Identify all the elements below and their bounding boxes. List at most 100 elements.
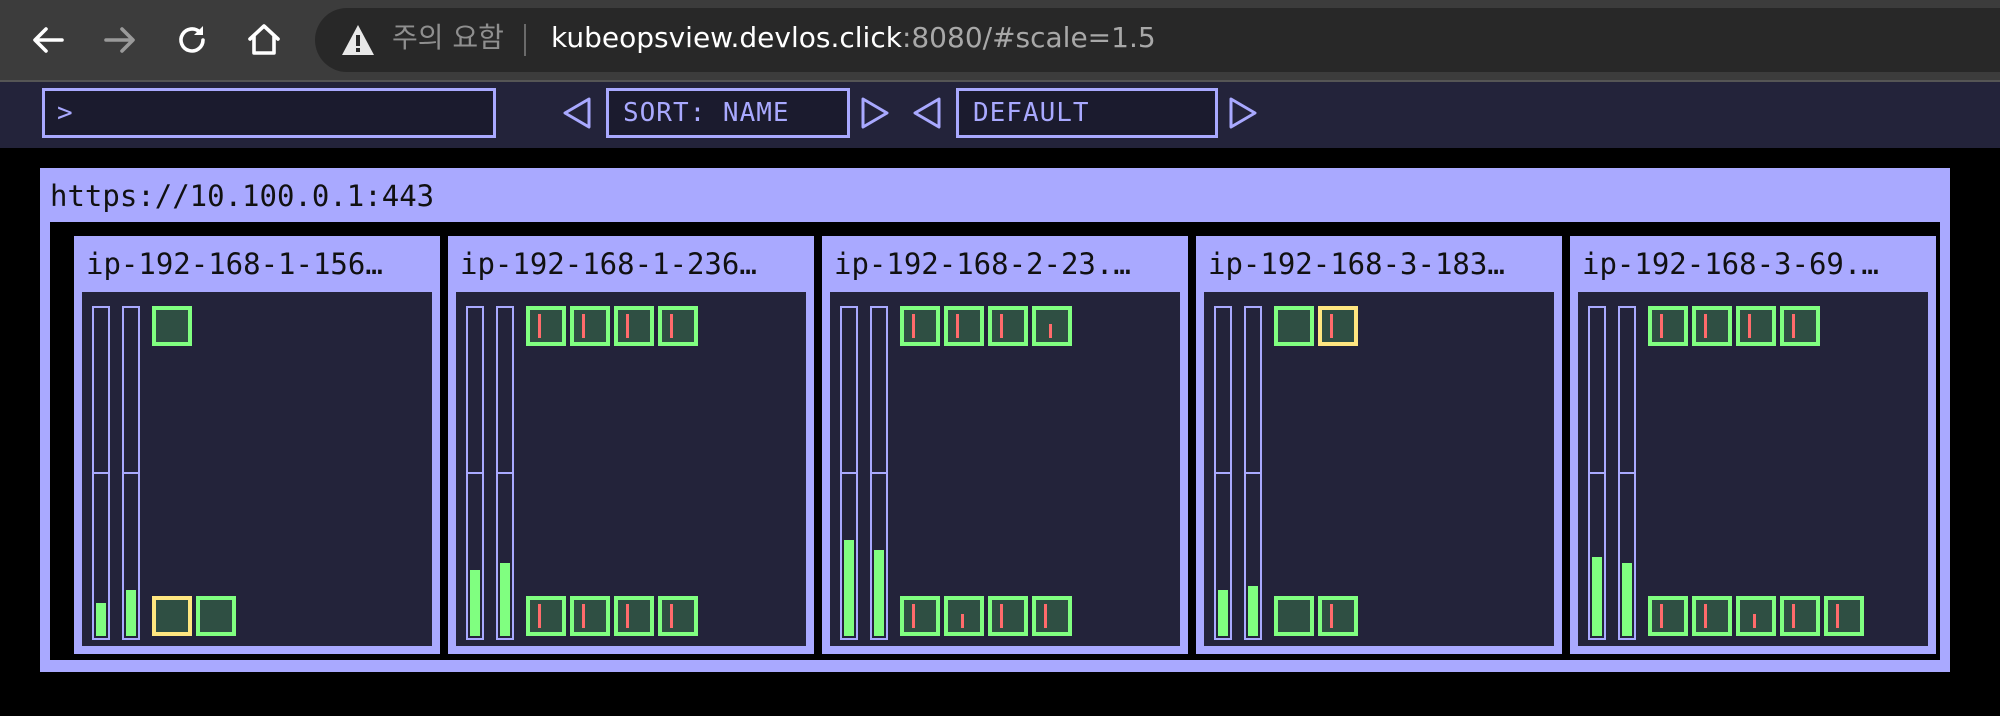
bar-midline bbox=[124, 472, 138, 474]
memory-usage-bar bbox=[1244, 306, 1262, 640]
theme-next-icon[interactable] bbox=[1228, 96, 1258, 130]
cpu-usage-bar bbox=[92, 306, 110, 640]
pod[interactable] bbox=[988, 306, 1028, 346]
bar-midline bbox=[1620, 472, 1634, 474]
pod[interactable] bbox=[196, 596, 236, 636]
pod[interactable] bbox=[1780, 596, 1820, 636]
node-card[interactable]: ip-192-168-3-183… bbox=[1196, 236, 1562, 654]
pod[interactable] bbox=[1648, 306, 1688, 346]
memory-usage-fill bbox=[874, 550, 884, 636]
pod[interactable] bbox=[526, 596, 566, 636]
pod-memory-usage bbox=[961, 614, 964, 628]
bar-midline bbox=[498, 472, 512, 474]
pod[interactable] bbox=[614, 306, 654, 346]
pod-cpu-usage bbox=[912, 604, 915, 628]
home-button[interactable] bbox=[236, 16, 292, 64]
bar-midline bbox=[872, 472, 886, 474]
pod[interactable] bbox=[570, 596, 610, 636]
cluster-api-server: https://10.100.0.1:443 bbox=[50, 179, 435, 213]
pod[interactable] bbox=[1318, 306, 1358, 346]
pod[interactable] bbox=[1692, 596, 1732, 636]
warning-triangle-icon[interactable] bbox=[341, 24, 375, 56]
pod[interactable] bbox=[944, 306, 984, 346]
pod[interactable] bbox=[152, 596, 192, 636]
pod-memory-usage bbox=[1049, 324, 1052, 338]
pod[interactable] bbox=[900, 306, 940, 346]
cpu-usage-bar bbox=[1588, 306, 1606, 640]
sort-next-icon[interactable] bbox=[860, 96, 890, 130]
pod[interactable] bbox=[1274, 596, 1314, 636]
pod[interactable] bbox=[570, 306, 610, 346]
pod-cpu-usage bbox=[538, 314, 541, 338]
pod[interactable] bbox=[1692, 306, 1732, 346]
pod[interactable] bbox=[1736, 306, 1776, 346]
cpu-usage-fill bbox=[470, 570, 480, 636]
node-card[interactable]: ip-192-168-1-236… bbox=[448, 236, 814, 654]
pod[interactable] bbox=[658, 596, 698, 636]
bar-midline bbox=[1246, 472, 1260, 474]
security-warning-label[interactable]: 주의 요함 bbox=[392, 18, 504, 58]
sort-selector[interactable]: SORT: NAME bbox=[606, 88, 850, 138]
pod-cpu-usage bbox=[1660, 604, 1663, 628]
node-card[interactable]: ip-192-168-2-23.… bbox=[822, 236, 1188, 654]
node-name: ip-192-168-3-69.… bbox=[1582, 247, 1879, 281]
pod-cpu-usage bbox=[1330, 604, 1333, 628]
pod[interactable] bbox=[658, 306, 698, 346]
filter-input[interactable] bbox=[42, 88, 496, 138]
sort-prev-icon[interactable] bbox=[562, 96, 592, 130]
pod-cpu-usage bbox=[670, 314, 673, 338]
pod[interactable] bbox=[526, 306, 566, 346]
node-body bbox=[456, 292, 806, 646]
pod-cpu-usage bbox=[1704, 604, 1707, 628]
url-host: kubeopsview.devlos.click bbox=[551, 21, 902, 54]
pod-cpu-usage bbox=[1330, 314, 1333, 338]
pod[interactable] bbox=[900, 596, 940, 636]
memory-usage-bar bbox=[496, 306, 514, 640]
cpu-usage-fill bbox=[844, 540, 854, 636]
memory-usage-fill bbox=[1248, 586, 1258, 636]
pod[interactable] bbox=[614, 596, 654, 636]
url-port-path: :8080/#scale=1.5 bbox=[901, 21, 1156, 54]
pod[interactable] bbox=[152, 306, 192, 346]
cpu-usage-bar bbox=[466, 306, 484, 640]
node-card[interactable]: ip-192-168-3-69.… bbox=[1570, 236, 1936, 654]
pod[interactable] bbox=[1736, 596, 1776, 636]
pod[interactable] bbox=[1032, 306, 1072, 346]
pod[interactable] bbox=[1318, 596, 1358, 636]
memory-usage-fill bbox=[1622, 563, 1632, 636]
back-button[interactable] bbox=[20, 16, 76, 64]
theme-selector[interactable]: DEFAULT bbox=[956, 88, 1218, 138]
pod-cpu-usage bbox=[1836, 604, 1839, 628]
pod-cpu-usage bbox=[1660, 314, 1663, 338]
back-arrow-icon bbox=[33, 27, 64, 53]
memory-usage-bar bbox=[870, 306, 888, 640]
reload-button[interactable] bbox=[164, 16, 220, 64]
home-icon bbox=[248, 24, 280, 55]
forward-button[interactable] bbox=[92, 16, 148, 64]
pod-cpu-usage bbox=[582, 314, 585, 338]
memory-usage-bar bbox=[1618, 306, 1636, 640]
pod-cpu-usage bbox=[670, 604, 673, 628]
pod[interactable] bbox=[1824, 596, 1864, 636]
pod[interactable] bbox=[1032, 596, 1072, 636]
node-body bbox=[82, 292, 432, 646]
bar-midline bbox=[94, 472, 108, 474]
pod[interactable] bbox=[1274, 306, 1314, 346]
pod[interactable] bbox=[988, 596, 1028, 636]
url-text[interactable]: kubeopsview.devlos.click:8080/#scale=1.5 bbox=[551, 18, 1156, 58]
theme-prev-icon[interactable] bbox=[912, 96, 942, 130]
pod-cpu-usage bbox=[1000, 314, 1003, 338]
memory-usage-bar bbox=[122, 306, 140, 640]
pod[interactable] bbox=[1648, 596, 1688, 636]
node-body bbox=[830, 292, 1180, 646]
pod[interactable] bbox=[944, 596, 984, 636]
node-name: ip-192-168-2-23.… bbox=[834, 247, 1131, 281]
bar-midline bbox=[842, 472, 856, 474]
pod-cpu-usage bbox=[912, 314, 915, 338]
node-card[interactable]: ip-192-168-1-156… bbox=[74, 236, 440, 654]
pod-cpu-usage bbox=[538, 604, 541, 628]
pod-cpu-usage bbox=[626, 604, 629, 628]
pod[interactable] bbox=[1780, 306, 1820, 346]
bar-midline bbox=[1216, 472, 1230, 474]
node-body bbox=[1204, 292, 1554, 646]
